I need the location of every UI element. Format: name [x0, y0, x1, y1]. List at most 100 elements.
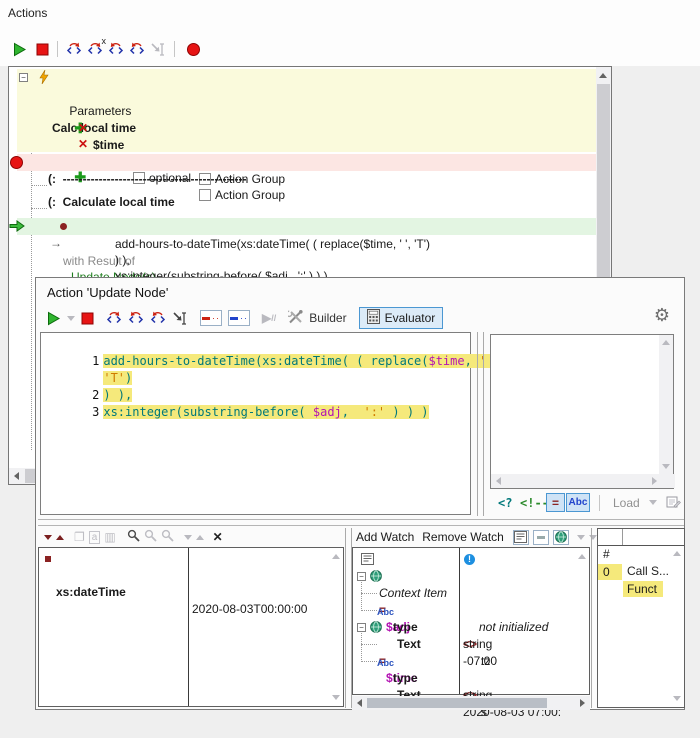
copy-icon[interactable]: ❐ [74, 530, 85, 544]
scrollbar-thumb[interactable] [367, 698, 547, 708]
variables-row[interactable]: Context Item ! not initialized [353, 551, 589, 568]
variables-row[interactable]: = type string [353, 636, 589, 653]
step-out-icon[interactable] [108, 40, 124, 58]
step-over-skip-icon[interactable]: x [87, 40, 103, 58]
vertical-scrollbar[interactable] [329, 548, 343, 706]
more-options-icon[interactable] [577, 535, 585, 540]
vertical-scrollbar[interactable] [576, 548, 589, 694]
update-node-dialog: Action 'Update Node' ·· ·· ▶// Builder E… [35, 277, 685, 710]
step-into-icon[interactable] [106, 309, 122, 327]
run-to-end-icon[interactable]: ▶// [262, 309, 276, 327]
sort-down-icon[interactable] [184, 535, 192, 540]
tree-row-comment[interactable]: (: -------------------------------------… [17, 154, 597, 171]
step-over-icon[interactable] [150, 309, 166, 327]
xml-declaration-icon[interactable]: <? [498, 494, 512, 513]
variables-row[interactable]: Abc Text -07:00 [353, 602, 589, 619]
add-watch-button[interactable]: Add Watch [356, 530, 414, 544]
breakpoint-icon[interactable] [10, 156, 23, 169]
column-header: Call S... [627, 563, 669, 580]
tree-row-root[interactable]: − Calc local time [17, 69, 597, 86]
main-toolbar: x [12, 40, 200, 58]
text-mode-button[interactable]: Abc [566, 493, 590, 512]
tree-row-param-time[interactable]: ✕ $time optional Action Group [9, 103, 597, 120]
debug-run-icon[interactable] [46, 309, 61, 327]
tree-row-comment[interactable]: (: Calculate local time [17, 177, 597, 194]
horizontal-scrollbar[interactable] [491, 474, 675, 488]
code-line[interactable]: 2) ), [45, 370, 132, 387]
expression-line: add-hours-to-dateTime(xs:dateTime( ( rep… [115, 236, 585, 253]
compact-view-icon[interactable] [533, 530, 549, 545]
toolbar-separator [57, 41, 58, 57]
toolbar-separator [174, 41, 175, 57]
tree-row-param-adj[interactable]: ✕ $adj optional Action Group [9, 119, 597, 136]
globe-view-icon[interactable] [553, 530, 569, 545]
current-step-arrow-icon [9, 220, 25, 235]
run-to-cursor-icon[interactable] [150, 40, 166, 58]
tree-row-comment[interactable]: (: -------------------------------------… [17, 200, 597, 217]
horizontal-splitter[interactable] [38, 519, 684, 526]
run-dropdown-icon[interactable] [67, 316, 75, 321]
dialog-title: Action 'Update Node' [47, 285, 168, 300]
call-stack-panel[interactable]: # Call S... 0 Funct [597, 528, 685, 708]
collapse-icon[interactable]: − [357, 572, 366, 581]
tree-row-parameters: Parameters ✚ [56, 86, 131, 103]
equals-mode-button[interactable]: = [546, 493, 565, 512]
watch-values-panel[interactable]: xs:dateTime 2020-08-03T00:00:00 [38, 547, 344, 707]
auto-icon[interactable]: a [89, 531, 101, 544]
evaluator-button[interactable]: Evaluator [359, 307, 444, 329]
variables-row[interactable]: − $time <> s [353, 619, 589, 636]
builder-button[interactable]: Builder [288, 310, 346, 327]
watch-bullet-icon [45, 556, 51, 562]
search-next-icon[interactable] [161, 529, 174, 545]
delete-icon[interactable]: ✕ [213, 530, 223, 544]
code-line[interactable]: 3xs:integer(substring-before( $adj, ':' … [45, 387, 429, 404]
toggle-breakpoint-icon[interactable] [187, 43, 200, 56]
xpath-editor[interactable]: 1add-hours-to-dateTime(xs:dateTime( ( re… [40, 332, 471, 515]
edit-load-options-icon[interactable] [666, 495, 681, 512]
editor-result-splitter[interactable] [477, 332, 484, 516]
watch-row[interactable]: xs:dateTime 2020-08-03T00:00:00 [39, 550, 343, 567]
step-over-icon[interactable] [129, 40, 145, 58]
breakpoints-list-icon[interactable]: ·· [200, 310, 222, 326]
move-up-icon[interactable] [56, 535, 64, 540]
load-button[interactable]: Load [613, 494, 657, 513]
collapse-icon[interactable]: − [357, 623, 366, 632]
xml-comment-icon[interactable]: <!-- [520, 494, 549, 513]
step-out-icon[interactable] [128, 309, 144, 327]
settings-gear-icon[interactable]: ⚙ [654, 306, 670, 324]
panel-splitter[interactable] [345, 528, 352, 708]
stop-icon[interactable] [81, 309, 94, 327]
remove-watch-button[interactable]: Remove Watch [422, 530, 504, 544]
columns-icon[interactable]: ▥ [104, 530, 115, 544]
info-icon: ! [464, 554, 475, 565]
sort-up-icon[interactable] [196, 535, 204, 540]
tree-row-local-variables: Local Variables ✚ [56, 135, 151, 152]
variables-panel[interactable]: Context Item ! not initialized − $adj <>… [352, 547, 590, 695]
tree-row-update-node[interactable]: → Update Node(s) $PERSISTENT/Root/localD… [17, 218, 597, 235]
call-stack-header: # Call S... [598, 529, 684, 546]
evaluator-result-panel[interactable] [490, 334, 674, 489]
property-name: type [393, 670, 418, 687]
stop-icon[interactable] [36, 40, 49, 58]
horizontal-scrollbar[interactable] [352, 696, 590, 710]
move-down-icon[interactable] [44, 535, 52, 540]
search-prev-icon[interactable] [144, 529, 157, 545]
list-view-icon[interactable] [513, 530, 529, 545]
code-line[interactable]: 1add-hours-to-dateTime(xs:dateTime( ( re… [45, 336, 508, 353]
variables-toolbar: Add Watch Remove Watch [356, 528, 597, 546]
step-into-icon[interactable] [66, 40, 82, 58]
code-line[interactable]: 'T') [45, 353, 132, 370]
run-icon[interactable] [12, 40, 27, 58]
search-icon[interactable] [127, 529, 140, 545]
variables-row[interactable]: − $adj <> tz [353, 568, 589, 585]
page-title: Actions [8, 6, 47, 20]
variables-row[interactable]: Abc Text 2020-08-03 07:00: [353, 653, 589, 670]
run-to-cursor-icon[interactable] [172, 309, 188, 327]
vertical-scrollbar[interactable] [671, 547, 684, 707]
vertical-scrollbar[interactable] [659, 335, 673, 474]
column-divider[interactable] [188, 548, 189, 706]
collapse-icon[interactable]: − [19, 73, 28, 82]
action-bolt-icon [39, 70, 49, 89]
tracepoints-list-icon[interactable]: ·· [228, 310, 250, 326]
variables-row[interactable]: = type string [353, 585, 589, 602]
